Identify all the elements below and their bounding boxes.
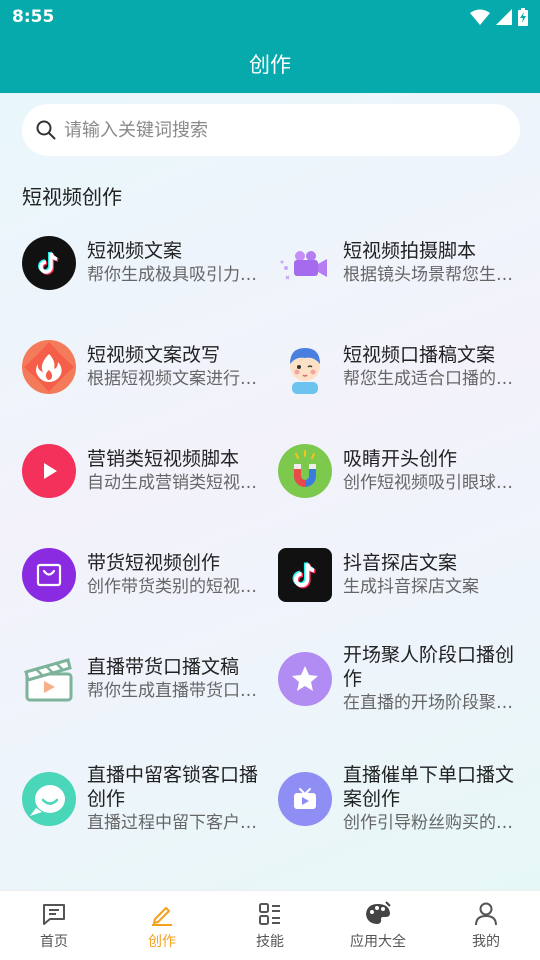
tool-card-title: 营销类短视频脚本 xyxy=(87,448,240,470)
tool-card-title: 直播中留客锁客口播创作 xyxy=(87,764,259,810)
tool-card-title: 短视频拍摄脚本 xyxy=(343,240,477,262)
search-input[interactable] xyxy=(64,119,484,141)
tool-card-title: 带货短视频创作 xyxy=(87,552,221,574)
play-icon xyxy=(22,444,76,498)
shopping-bag-icon xyxy=(22,548,76,602)
nav-label: 应用大全 xyxy=(350,933,406,950)
wifi-icon xyxy=(470,9,490,25)
section-title: 短视频创作 xyxy=(22,185,122,209)
tool-card-short-video-copy[interactable]: 短视频文案 帮你生成极具吸引力的短视频文案 xyxy=(22,223,278,303)
app-header: 创作 xyxy=(0,34,540,93)
tool-card-desc: 根据镜头场景帮您生成拍摄脚本 xyxy=(343,265,523,285)
search-bar[interactable] xyxy=(22,104,520,156)
nav-item-apps[interactable]: 应用大全 xyxy=(324,891,432,960)
magnet-icon xyxy=(278,444,332,498)
nav-item-skills[interactable]: 技能 xyxy=(216,891,324,960)
main-content: 短视频创作 短视频文案 帮你生成极具吸引力的短视频文案 xyxy=(0,93,540,890)
nav-label: 首页 xyxy=(40,933,68,950)
list-grid-icon xyxy=(259,902,280,925)
nav-label: 技能 xyxy=(256,933,284,950)
tool-card-title: 抖音探店文案 xyxy=(343,552,458,574)
tool-card-marketing-script[interactable]: 营销类短视频脚本 自动生成营销类短视频脚本 xyxy=(22,431,278,511)
tool-card-desc: 帮您生成适合口播的文案 xyxy=(343,369,523,389)
tool-card-title: 直播带货口播文稿 xyxy=(87,656,240,678)
status-time: 8:55 xyxy=(12,7,55,27)
tool-card-desc: 在直播的开场阶段聚集人气 xyxy=(343,693,523,713)
tool-card-voiceover-script[interactable]: 短视频口播稿文案 帮您生成适合口播的文案 xyxy=(278,327,534,407)
bottom-nav: 首页 创作 技能 应用大全 我的 xyxy=(0,890,540,960)
tool-card-desc: 根据短视频文案进行改写 xyxy=(87,369,267,389)
signal-icon xyxy=(496,9,512,25)
palette-icon xyxy=(366,900,391,924)
video-camera-icon xyxy=(278,236,332,290)
tool-card-desc: 帮你生成极具吸引力的短视频文案 xyxy=(87,265,267,285)
nav-item-create[interactable]: 创作 xyxy=(108,891,216,960)
search-icon xyxy=(36,120,56,140)
tool-card-title: 短视频文案改写 xyxy=(87,344,221,366)
tool-card-sales-video[interactable]: 带货短视频创作 创作带货类别的短视频文案 xyxy=(22,535,278,615)
tool-card-title: 开场聚人阶段口播创作 xyxy=(343,644,515,690)
status-icons xyxy=(470,8,528,26)
tool-card-live-urge-order[interactable]: 直播催单下单口播文案创作 创作引导粉丝购买的口播文案 xyxy=(278,759,534,839)
nav-label: 我的 xyxy=(472,933,500,950)
battery-icon xyxy=(518,8,528,26)
tool-card-desc: 帮你生成直播带货口播文稿 xyxy=(87,681,267,701)
boy-avatar-icon xyxy=(278,340,332,394)
tool-card-desc: 创作引导粉丝购买的口播文案 xyxy=(343,813,523,833)
message-square-icon xyxy=(43,903,65,925)
nav-label: 创作 xyxy=(148,933,176,950)
tool-card-title: 短视频文案 xyxy=(87,240,183,262)
user-icon xyxy=(475,902,497,925)
tool-card-title: 短视频口播稿文案 xyxy=(343,344,496,366)
flame-icon xyxy=(22,340,76,394)
tool-card-opening-crowd[interactable]: 开场聚人阶段口播创作 在直播的开场阶段聚集人气 xyxy=(278,639,534,719)
douyin-icon xyxy=(278,548,332,602)
tool-card-douyin-store[interactable]: 抖音探店文案 生成抖音探店文案 xyxy=(278,535,534,615)
status-bar: 8:55 xyxy=(0,0,540,34)
tool-card-desc: 直播过程中留下客户的口播 xyxy=(87,813,267,833)
tool-card-live-sales-script[interactable]: 直播带货口播文稿 帮你生成直播带货口播文稿 xyxy=(22,639,278,719)
star-icon xyxy=(278,652,332,706)
chat-bubble-icon xyxy=(22,772,76,826)
tool-card-title: 直播催单下单口播文案创作 xyxy=(343,764,515,810)
tool-card-title: 吸睛开头创作 xyxy=(343,448,458,470)
tiktok-icon xyxy=(22,236,76,290)
tool-card-catchy-opening[interactable]: 吸睛开头创作 创作短视频吸引眼球的开头 xyxy=(278,431,534,511)
tool-card-live-retention[interactable]: 直播中留客锁客口播创作 直播过程中留下客户的口播 xyxy=(22,759,278,839)
page-title: 创作 xyxy=(249,52,291,77)
tool-card-desc: 创作短视频吸引眼球的开头 xyxy=(343,473,523,493)
tool-card-desc: 创作带货类别的短视频文案 xyxy=(87,577,267,597)
clapperboard-icon xyxy=(22,652,76,706)
tool-card-video-shoot-script[interactable]: 短视频拍摄脚本 根据镜头场景帮您生成拍摄脚本 xyxy=(278,223,534,303)
tool-card-desc: 生成抖音探店文案 xyxy=(343,577,479,597)
pencil-icon xyxy=(152,906,172,926)
tool-card-desc: 自动生成营销类短视频脚本 xyxy=(87,473,267,493)
nav-item-mine[interactable]: 我的 xyxy=(432,891,540,960)
tv-icon xyxy=(278,772,332,826)
tool-card-copy-rewrite[interactable]: 短视频文案改写 根据短视频文案进行改写 xyxy=(22,327,278,407)
nav-item-home[interactable]: 首页 xyxy=(0,891,108,960)
